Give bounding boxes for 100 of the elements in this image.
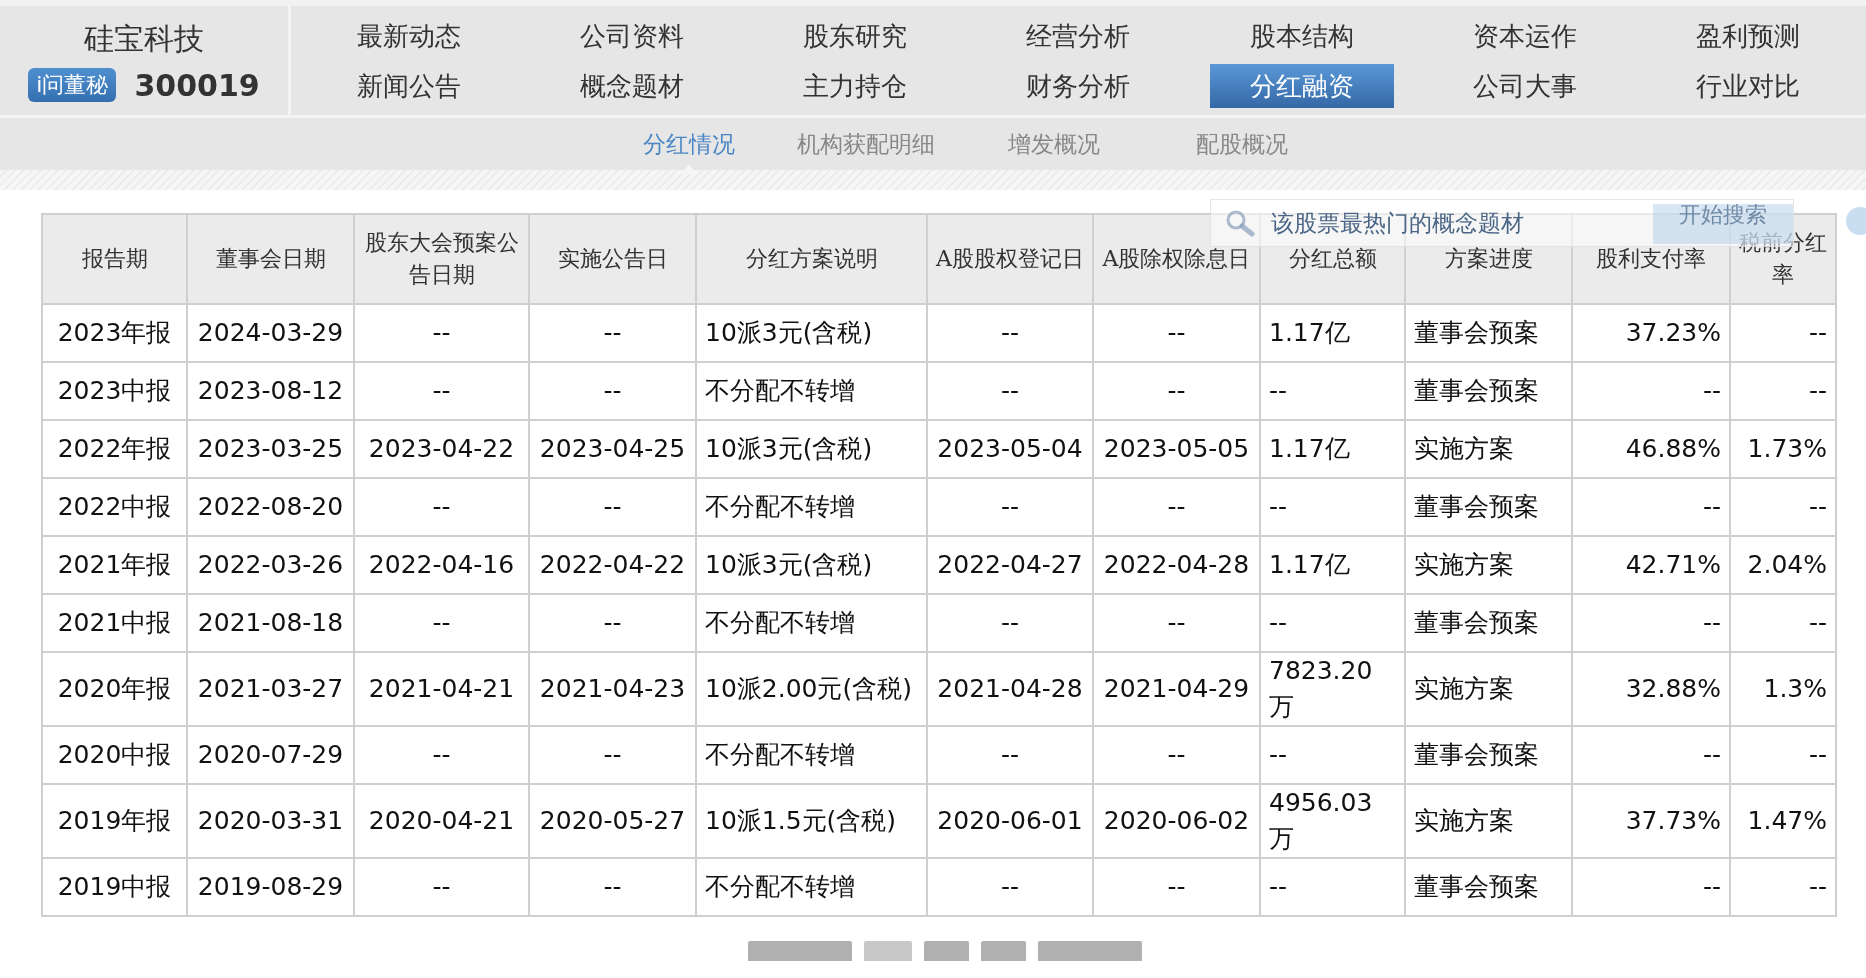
table-cell: 董事会预案 <box>1405 858 1572 916</box>
table-cell: -- <box>529 362 696 420</box>
table-cell: -- <box>927 594 1093 652</box>
table-cell: 董事会预案 <box>1405 362 1572 420</box>
table-cell: 1.17亿 <box>1260 536 1405 594</box>
table-cell: 不分配不转增 <box>696 594 927 652</box>
column-header: 董事会日期 <box>187 214 354 304</box>
nav-tab[interactable]: 分红融资 <box>1209 63 1394 108</box>
table-cell: 不分配不转增 <box>696 478 927 536</box>
table-cell: 10派2.00元(含税) <box>696 652 927 726</box>
table-cell: 不分配不转增 <box>696 858 927 916</box>
table-cell: -- <box>354 362 529 420</box>
table-cell: -- <box>1260 478 1405 536</box>
nav-tab[interactable]: 资本运作 <box>1433 13 1618 58</box>
table-cell: 2022-03-26 <box>187 536 354 594</box>
table-cell: 2019年报 <box>42 784 187 858</box>
table-cell: -- <box>1572 594 1730 652</box>
table-cell: 2023-03-25 <box>187 420 354 478</box>
table-cell: -- <box>927 478 1093 536</box>
table-cell: -- <box>354 594 529 652</box>
table-cell: 2021-04-23 <box>529 652 696 726</box>
table-cell: 2019中报 <box>42 858 187 916</box>
nav-tab[interactable]: 行业对比 <box>1656 63 1841 108</box>
table-cell: -- <box>529 726 696 784</box>
help-icon[interactable] <box>1846 207 1866 235</box>
table-cell: -- <box>1572 726 1730 784</box>
table-cell: 10派3元(含税) <box>696 304 927 362</box>
column-header: A股除权除息日 <box>1093 214 1260 304</box>
nav-tab[interactable]: 主力持仓 <box>763 63 948 108</box>
table-cell: 不分配不转增 <box>696 362 927 420</box>
table-cell: -- <box>1093 594 1260 652</box>
company-name: 硅宝科技 <box>84 19 204 58</box>
table-cell: -- <box>529 478 696 536</box>
table-cell: 2021年报 <box>42 536 187 594</box>
table-cell: -- <box>1093 858 1260 916</box>
table-cell: 2020-03-31 <box>187 784 354 858</box>
nav-tab[interactable]: 经营分析 <box>986 13 1171 58</box>
table-cell: 2024-03-29 <box>187 304 354 362</box>
table-cell: 2022-08-20 <box>187 478 354 536</box>
table-cell: 2022-04-22 <box>529 536 696 594</box>
nav-tab[interactable]: 公司资料 <box>539 13 724 58</box>
table-cell: 1.3% <box>1730 652 1836 726</box>
table-cell: 7823.20万 <box>1260 652 1405 726</box>
table-cell: 2021中报 <box>42 594 187 652</box>
table-cell: 实施方案 <box>1405 652 1572 726</box>
table-cell: 2023-05-04 <box>927 420 1093 478</box>
table-cell: 10派1.5元(含税) <box>696 784 927 858</box>
nav-tab[interactable]: 最新动态 <box>316 13 501 58</box>
table-cell: -- <box>529 304 696 362</box>
nav-tab[interactable]: 股本结构 <box>1209 13 1394 58</box>
table-cell: 2021-03-27 <box>187 652 354 726</box>
table-cell: -- <box>1093 478 1260 536</box>
search-field[interactable]: 该股票最热门的概念题材 <box>1271 207 1524 239</box>
pagination-button[interactable] <box>1038 941 1142 961</box>
column-header: 分红方案说明 <box>696 214 927 304</box>
nav-tab[interactable]: 公司大事 <box>1433 63 1618 108</box>
table-cell: 10派3元(含税) <box>696 536 927 594</box>
table-cell: 2020-07-29 <box>187 726 354 784</box>
table-cell: -- <box>1093 362 1260 420</box>
nav-tab[interactable]: 盈利预测 <box>1656 13 1841 58</box>
table-cell: 2022-04-27 <box>927 536 1093 594</box>
table-cell: 2023-05-05 <box>1093 420 1260 478</box>
table-cell: 董事会预案 <box>1405 478 1572 536</box>
pagination-button[interactable] <box>981 941 1026 961</box>
table-cell: -- <box>1730 726 1836 784</box>
table-cell: -- <box>1260 362 1405 420</box>
nav-tab[interactable]: 股东研究 <box>763 13 948 58</box>
table-cell: -- <box>1093 304 1260 362</box>
table-cell: 2023中报 <box>42 362 187 420</box>
table-cell: -- <box>1730 362 1836 420</box>
table-cell: 42.71% <box>1572 536 1730 594</box>
table-cell: -- <box>1093 726 1260 784</box>
table-cell: 2023-04-25 <box>529 420 696 478</box>
table-cell: -- <box>354 726 529 784</box>
table-cell: 2019-08-29 <box>187 858 354 916</box>
column-header: 股东大会预案公告日期 <box>354 214 529 304</box>
table-cell: 2021-04-21 <box>354 652 529 726</box>
table-cell: 10派3元(含税) <box>696 420 927 478</box>
table-cell: 46.88% <box>1572 420 1730 478</box>
nav-tab[interactable]: 新闻公告 <box>316 63 501 108</box>
nav-tab[interactable]: 概念题材 <box>539 63 724 108</box>
table-cell: -- <box>1730 594 1836 652</box>
table-cell: -- <box>354 304 529 362</box>
nav-tab[interactable]: 财务分析 <box>986 63 1171 108</box>
table-cell: 37.73% <box>1572 784 1730 858</box>
table-cell: -- <box>1572 858 1730 916</box>
table-cell: 1.17亿 <box>1260 304 1405 362</box>
table-cell: -- <box>1572 478 1730 536</box>
table-cell: 2023-04-22 <box>354 420 529 478</box>
table-cell: -- <box>1572 362 1730 420</box>
table-cell: 2022年报 <box>42 420 187 478</box>
column-header: 实施公告日 <box>529 214 696 304</box>
pagination-button[interactable] <box>748 941 852 961</box>
pagination-button[interactable] <box>864 941 912 961</box>
table-cell: -- <box>1730 478 1836 536</box>
table-cell: 董事会预案 <box>1405 304 1572 362</box>
ask-secretary-button[interactable]: i问董秘 <box>28 68 117 102</box>
pagination-button[interactable] <box>924 941 969 961</box>
table-cell: -- <box>927 858 1093 916</box>
table-cell: 2020-05-27 <box>529 784 696 858</box>
